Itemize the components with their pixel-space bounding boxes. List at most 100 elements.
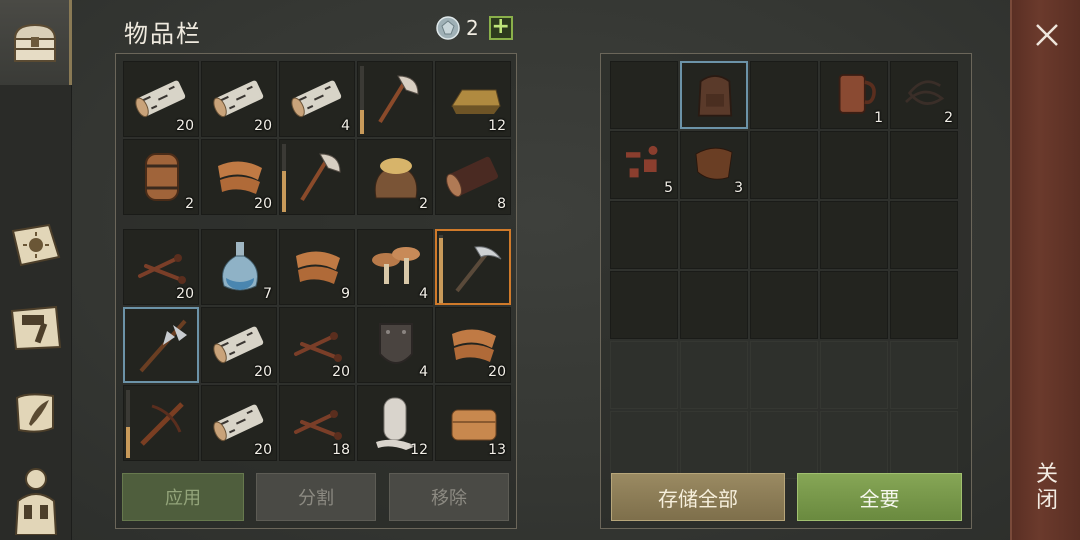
tab-character[interactable] xyxy=(0,460,72,540)
pickaxe-icon xyxy=(455,246,502,293)
inventory-slot[interactable]: 20 xyxy=(435,307,511,383)
item-count: 4 xyxy=(419,286,428,302)
inventory-slot[interactable]: 7 xyxy=(201,229,277,305)
item-count: 20 xyxy=(254,442,272,458)
empty-slot[interactable] xyxy=(890,341,958,409)
empty-slot[interactable] xyxy=(680,271,748,339)
tab-crafting[interactable] xyxy=(0,292,72,364)
item-count: 20 xyxy=(332,364,350,380)
inventory-title: 物品栏 xyxy=(124,20,202,48)
inventory-slot[interactable]: 12 xyxy=(357,385,433,461)
tab-quests[interactable] xyxy=(0,376,72,450)
add-currency-button[interactable]: + xyxy=(488,16,513,40)
item-count: 4 xyxy=(419,364,428,380)
item-count: 2 xyxy=(944,110,953,126)
inventory-slot[interactable] xyxy=(435,229,511,305)
apply-button[interactable]: 应用 xyxy=(122,473,244,521)
empty-slot[interactable] xyxy=(680,411,748,479)
inventory-slot[interactable]: 20 xyxy=(201,139,277,215)
empty-slot[interactable] xyxy=(610,411,678,479)
inventory-slot[interactable]: 12 xyxy=(435,61,511,137)
empty-slot[interactable] xyxy=(890,201,958,269)
empty-slot[interactable] xyxy=(610,201,678,269)
currency-display: 2 + xyxy=(436,16,513,40)
close-panel[interactable]: 关闭 xyxy=(1010,0,1080,540)
empty-slot[interactable] xyxy=(820,201,888,269)
store-all-button[interactable]: 存储全部 xyxy=(611,473,785,521)
empty-slot[interactable] xyxy=(750,341,818,409)
inventory-slot[interactable]: 20 xyxy=(279,307,355,383)
chest-icon xyxy=(13,23,56,62)
item-count: 1 xyxy=(874,110,883,126)
item-count: 3 xyxy=(734,180,743,196)
inventory-slot[interactable]: 1 xyxy=(820,61,888,129)
leather-scraps-icon xyxy=(296,251,340,284)
empty-slot[interactable] xyxy=(680,341,748,409)
empty-slot[interactable] xyxy=(820,341,888,409)
item-count: 4 xyxy=(341,118,350,134)
empty-slot[interactable] xyxy=(890,131,958,199)
item-count: 18 xyxy=(332,442,350,458)
inventory-slot[interactable]: 2 xyxy=(123,139,199,215)
empty-slot[interactable] xyxy=(750,201,818,269)
inventory-slot[interactable] xyxy=(123,307,199,383)
item-count: 20 xyxy=(254,364,272,380)
empty-slot[interactable] xyxy=(750,271,818,339)
halberd-icon xyxy=(139,319,187,373)
inventory-slot[interactable]: 20 xyxy=(201,385,277,461)
item-count: 5 xyxy=(664,180,673,196)
shield-plate-icon xyxy=(379,323,413,364)
empty-slot[interactable] xyxy=(820,271,888,339)
close-icon[interactable] xyxy=(1032,20,1062,50)
durability-bar xyxy=(126,390,130,458)
inventory-slot[interactable]: 2 xyxy=(890,61,958,129)
tab-skills[interactable] xyxy=(0,210,72,280)
inventory-slot[interactable]: 2 xyxy=(357,139,433,215)
inventory-slot[interactable]: 20 xyxy=(201,307,277,383)
inventory-slot[interactable] xyxy=(123,385,199,461)
empty-slot[interactable] xyxy=(820,131,888,199)
durability-bar xyxy=(439,235,443,303)
inventory-slot[interactable]: 18 xyxy=(279,385,355,461)
inventory-slot[interactable]: 4 xyxy=(279,61,355,137)
empty-slot[interactable] xyxy=(680,201,748,269)
ore-sack-icon xyxy=(374,158,418,199)
take-all-button[interactable]: 全要 xyxy=(797,473,962,521)
remove-button[interactable]: 移除 xyxy=(389,473,509,521)
empty-slot[interactable] xyxy=(750,61,818,129)
inventory-grid-bottom: 20 7 9 4 20 20 4 20 20 18 12 13 xyxy=(123,229,511,461)
inventory-slot[interactable]: 3 xyxy=(680,131,748,199)
split-button[interactable]: 分割 xyxy=(256,473,376,521)
inventory-slot[interactable]: 20 xyxy=(123,229,199,305)
character-icon xyxy=(14,468,58,535)
inventory-slot[interactable]: 20 xyxy=(201,61,277,137)
inventory-slot[interactable]: 5 xyxy=(610,131,678,199)
item-count: 20 xyxy=(176,286,194,302)
bottle-icon xyxy=(222,242,258,291)
empty-slot[interactable] xyxy=(890,411,958,479)
inventory-slot[interactable] xyxy=(357,61,433,137)
currency-count: 2 xyxy=(466,16,479,40)
inventory-slot[interactable] xyxy=(279,139,355,215)
empty-slot[interactable] xyxy=(610,271,678,339)
axe-icon xyxy=(300,153,341,202)
inventory-slot[interactable]: 13 xyxy=(435,385,511,461)
inventory-slot[interactable]: 8 xyxy=(435,139,511,215)
durability-bar xyxy=(360,66,364,134)
item-count: 13 xyxy=(488,442,506,458)
inventory-slot[interactable]: 4 xyxy=(357,307,433,383)
empty-slot[interactable] xyxy=(610,341,678,409)
empty-slot[interactable] xyxy=(820,411,888,479)
empty-slot[interactable] xyxy=(890,271,958,339)
hammer-map-icon xyxy=(10,305,62,351)
inventory-slot[interactable] xyxy=(680,61,748,129)
inventory-slot[interactable]: 20 xyxy=(123,61,199,137)
inventory-slot[interactable]: 4 xyxy=(357,229,433,305)
scroll-quill-icon xyxy=(15,393,54,433)
inventory-slot[interactable]: 9 xyxy=(279,229,355,305)
empty-slot[interactable] xyxy=(750,411,818,479)
empty-slot[interactable] xyxy=(750,131,818,199)
tab-inventory[interactable] xyxy=(0,0,72,85)
empty-slot[interactable] xyxy=(610,61,678,129)
item-count: 20 xyxy=(254,118,272,134)
